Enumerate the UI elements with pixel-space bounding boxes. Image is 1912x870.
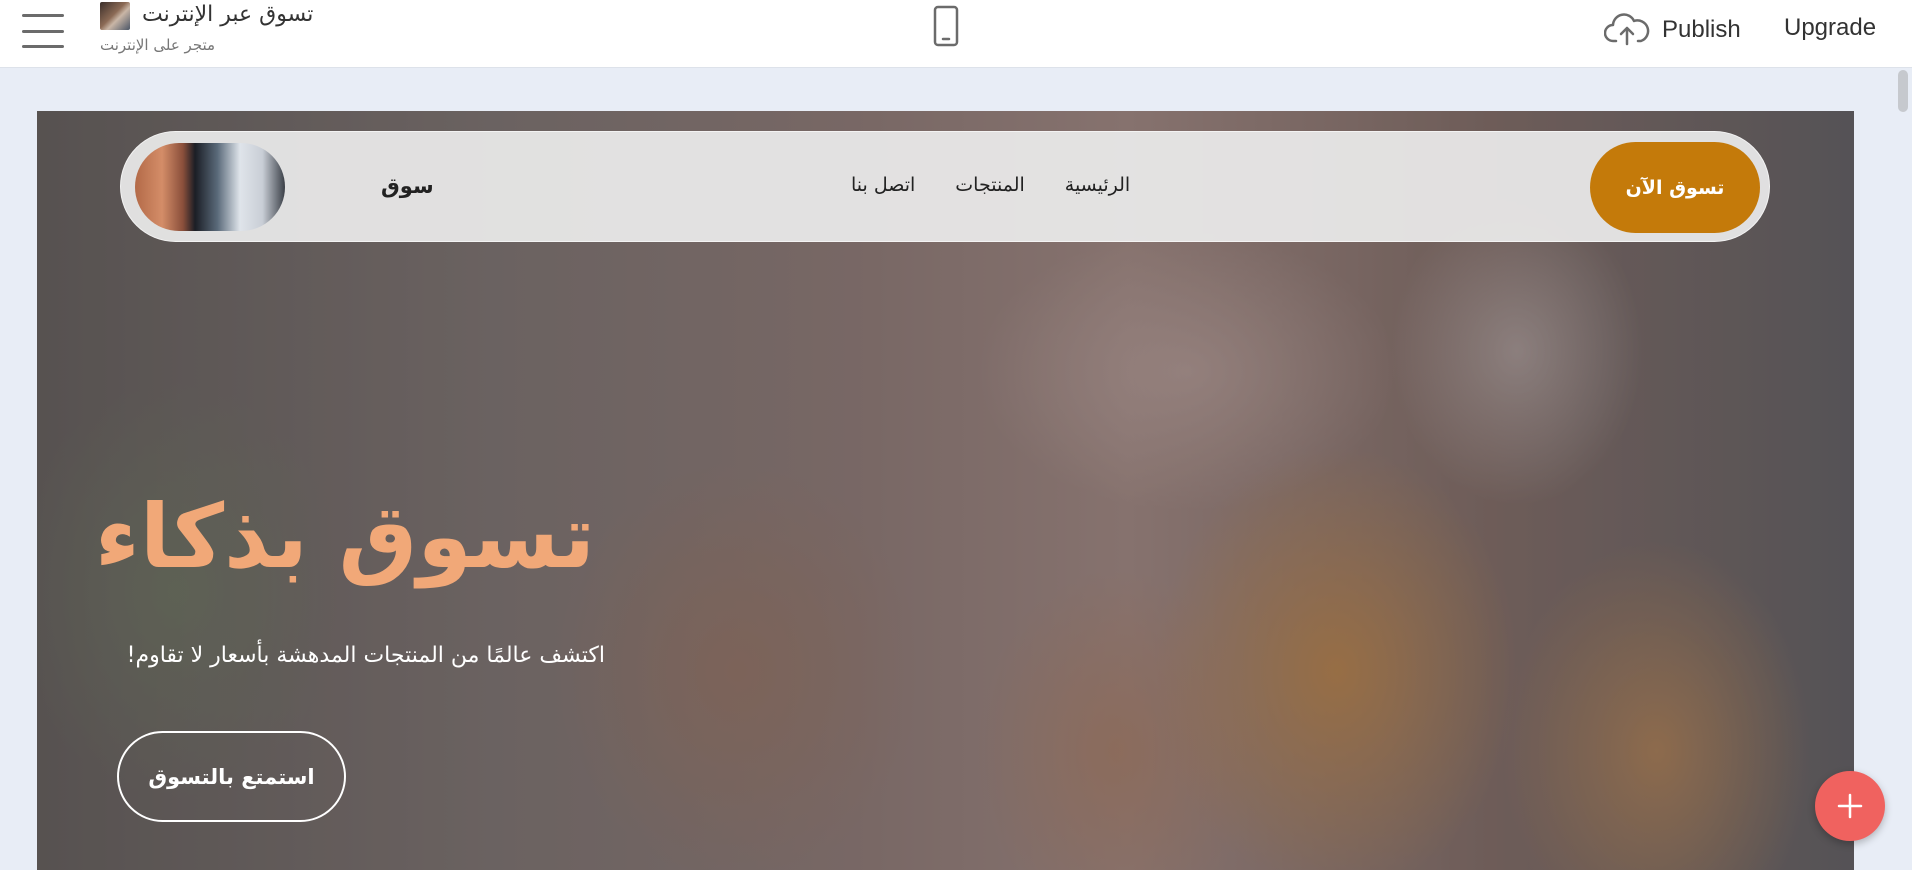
enjoy-shopping-button[interactable]: استمتع بالتسوق: [117, 731, 346, 822]
publish-label: Publish: [1662, 16, 1741, 43]
site-thumbnail[interactable]: [100, 2, 130, 30]
upgrade-button[interactable]: Upgrade: [1784, 14, 1876, 42]
plus-icon: [1837, 793, 1863, 819]
hero-subtitle: اكتشف عالمًا من المنتجات المدهشة بأسعار …: [126, 643, 605, 668]
nav-link-home[interactable]: الرئيسية: [1065, 174, 1130, 196]
site-title[interactable]: تسوق عبر الإنترنت: [142, 2, 313, 27]
publish-button[interactable]: Publish: [1604, 8, 1741, 52]
hero-section[interactable]: سوق الرئيسية المنتجات اتصل بنا تسوق الآن…: [37, 111, 1854, 870]
scrollbar-thumb[interactable]: [1898, 70, 1908, 112]
hamburger-menu-icon[interactable]: [22, 14, 64, 48]
brand-logo-image[interactable]: [135, 143, 285, 231]
editor-toolbar: تسوق عبر الإنترنت متجر على الإنترنت Publ…: [0, 0, 1912, 68]
canvas-scrollbar[interactable]: [1892, 68, 1912, 870]
site-navbar: سوق الرئيسية المنتجات اتصل بنا تسوق الآن: [120, 131, 1770, 242]
nav-links: الرئيسية المنتجات اتصل بنا: [851, 174, 1130, 196]
nav-link-contact[interactable]: اتصل بنا: [851, 174, 915, 196]
nav-link-products[interactable]: المنتجات: [955, 174, 1024, 196]
shop-now-button[interactable]: تسوق الآن: [1590, 142, 1760, 233]
cloud-upload-icon: [1604, 13, 1650, 46]
site-subtitle: متجر على الإنترنت: [100, 36, 216, 54]
hero-title: تسوق بذكاء: [94, 485, 595, 588]
mobile-phone-icon[interactable]: [930, 4, 962, 48]
nav-brand[interactable]: سوق: [381, 174, 434, 198]
add-block-button[interactable]: [1815, 771, 1885, 841]
